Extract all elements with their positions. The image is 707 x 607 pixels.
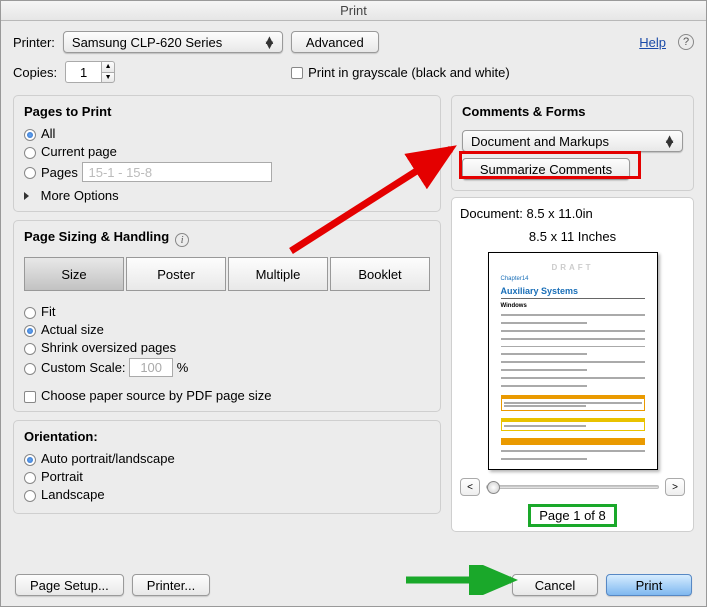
- tab-multiple[interactable]: Multiple: [228, 257, 328, 291]
- triangle-right-icon: [24, 192, 29, 200]
- preview-chapter: Chapter14: [501, 276, 645, 282]
- fit-label: Fit: [41, 304, 55, 319]
- grayscale-checkbox[interactable]: Print in grayscale (black and white): [291, 65, 510, 80]
- tab-size[interactable]: Size: [24, 257, 124, 291]
- shrink-radio[interactable]: Shrink oversized pages: [24, 340, 176, 355]
- printer-value: Samsung CLP-620 Series: [72, 35, 222, 50]
- printer-button[interactable]: Printer...: [132, 574, 210, 596]
- pages-range-label: Pages: [41, 165, 78, 180]
- tab-booklet[interactable]: Booklet: [330, 257, 430, 291]
- orientation-heading: Orientation:: [24, 429, 430, 444]
- printer-select[interactable]: Samsung CLP-620 Series ▲▼: [63, 31, 283, 53]
- custom-label: Custom Scale:: [41, 360, 126, 375]
- percent-label: %: [177, 360, 189, 375]
- advanced-button[interactable]: Advanced: [291, 31, 379, 53]
- updown-icon: ▲▼: [663, 136, 676, 146]
- orientation-group: Orientation: Auto portrait/landscape Por…: [13, 420, 441, 514]
- sizing-group: Page Sizing & Handling i Size Poster Mul…: [13, 220, 441, 412]
- cancel-button[interactable]: Cancel: [512, 574, 598, 596]
- preview-draft-watermark: DRAFT: [501, 263, 645, 272]
- shrink-label: Shrink oversized pages: [41, 340, 176, 355]
- orient-auto-label: Auto portrait/landscape: [41, 451, 175, 466]
- paper-source-label: Choose paper source by PDF page size: [41, 388, 272, 403]
- pages-heading: Pages to Print: [24, 104, 430, 119]
- window-title: Print: [1, 1, 706, 21]
- fit-radio[interactable]: Fit: [24, 304, 55, 319]
- orient-auto-radio[interactable]: Auto portrait/landscape: [24, 451, 175, 466]
- custom-radio[interactable]: Custom Scale:: [24, 360, 126, 375]
- step-up-icon[interactable]: ▲: [101, 61, 115, 72]
- orient-portrait-radio[interactable]: Portrait: [24, 469, 83, 484]
- tab-poster[interactable]: Poster: [126, 257, 226, 291]
- pages-current-radio[interactable]: Current page: [24, 144, 117, 159]
- copies-input[interactable]: [65, 61, 101, 83]
- printer-label: Printer:: [13, 35, 55, 50]
- preview-prev-button[interactable]: <: [460, 478, 480, 496]
- pages-group: Pages to Print All Current page Pages Mo…: [13, 95, 441, 212]
- slider-knob[interactable]: [487, 481, 500, 494]
- page-indicator: Page 1 of 8: [531, 507, 614, 524]
- paper-source-checkbox[interactable]: Choose paper source by PDF page size: [24, 388, 272, 403]
- print-button[interactable]: Print: [606, 574, 692, 596]
- copies-stepper[interactable]: ▲▼: [65, 61, 115, 83]
- more-options-label: More Options: [41, 188, 119, 203]
- preview-subhead: Windows: [501, 303, 645, 309]
- actual-label: Actual size: [41, 322, 104, 337]
- pages-current-label: Current page: [41, 144, 117, 159]
- help-link[interactable]: Help: [639, 35, 666, 50]
- custom-scale-input[interactable]: [129, 358, 173, 377]
- pages-range-radio[interactable]: Pages: [24, 165, 78, 180]
- orient-landscape-radio[interactable]: Landscape: [24, 487, 105, 502]
- grayscale-label: Print in grayscale (black and white): [308, 65, 510, 80]
- pages-all-radio[interactable]: All: [24, 126, 55, 141]
- preview-dims-label: 8.5 x 11 Inches: [460, 229, 685, 244]
- preview-next-button[interactable]: >: [665, 478, 685, 496]
- summarize-button[interactable]: Summarize Comments: [462, 158, 630, 180]
- comments-value: Document and Markups: [471, 134, 609, 149]
- actual-radio[interactable]: Actual size: [24, 322, 104, 337]
- pages-all-label: All: [41, 126, 55, 141]
- copies-label: Copies:: [13, 65, 57, 80]
- help-icon[interactable]: ?: [678, 34, 694, 50]
- step-down-icon[interactable]: ▼: [101, 72, 115, 84]
- pages-range-input[interactable]: [82, 162, 272, 182]
- orient-landscape-label: Landscape: [41, 487, 105, 502]
- comments-heading: Comments & Forms: [462, 104, 683, 119]
- preview-title: Auxiliary Systems: [501, 286, 645, 299]
- updown-icon: ▲▼: [263, 37, 276, 47]
- info-icon[interactable]: i: [175, 233, 189, 247]
- preview-zoom-slider[interactable]: [486, 485, 659, 489]
- preview-page: DRAFT Chapter14 Auxiliary Systems Window…: [488, 252, 658, 470]
- more-options-toggle[interactable]: More Options: [24, 188, 430, 203]
- preview-panel: Document: 8.5 x 11.0in 8.5 x 11 Inches D…: [451, 197, 694, 532]
- sizing-heading: Page Sizing & Handling: [24, 229, 169, 244]
- page-setup-button[interactable]: Page Setup...: [15, 574, 124, 596]
- preview-doc-label: Document: 8.5 x 11.0in: [460, 206, 685, 221]
- orient-portrait-label: Portrait: [41, 469, 83, 484]
- comments-select[interactable]: Document and Markups ▲▼: [462, 130, 683, 152]
- comments-group: Comments & Forms Document and Markups ▲▼…: [451, 95, 694, 191]
